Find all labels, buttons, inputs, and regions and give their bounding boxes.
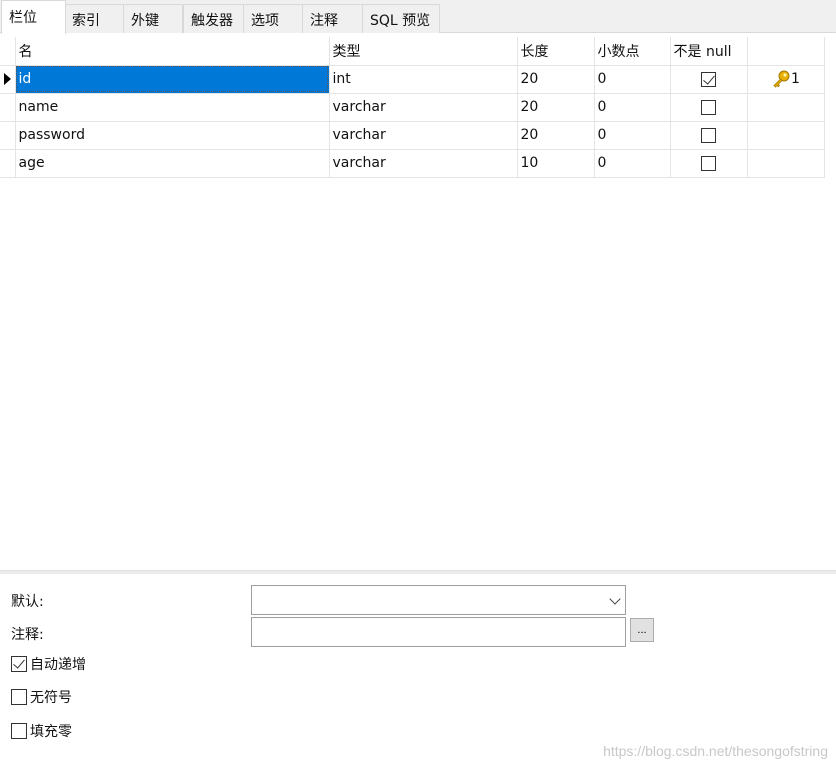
cell-decimals[interactable]: 0 bbox=[594, 93, 671, 122]
cell-key[interactable] bbox=[747, 93, 825, 122]
column-header-length[interactable]: 长度 bbox=[517, 37, 595, 66]
triangle-right-icon bbox=[4, 73, 11, 85]
fields-grid: 名 类型 长度 小数点 不是 null id int 20 0 1 name v… bbox=[0, 33, 836, 570]
cell-type[interactable]: varchar bbox=[329, 93, 518, 122]
field-properties-panel: 默认: 注释: ... 自动递增 无符号 填充零 bbox=[0, 574, 836, 767]
comment-editor-button[interactable]: ... bbox=[630, 618, 654, 642]
tab-foreign-keys[interactable]: 外键 bbox=[123, 4, 183, 33]
table-row[interactable]: name varchar 20 0 bbox=[0, 93, 825, 122]
row-header[interactable] bbox=[0, 65, 16, 94]
auto-increment-checkbox[interactable] bbox=[11, 656, 27, 672]
default-select[interactable] bbox=[251, 585, 626, 615]
cell-type[interactable]: int bbox=[329, 65, 518, 94]
row-header[interactable] bbox=[0, 149, 16, 178]
cell-key[interactable]: 1 bbox=[747, 65, 825, 94]
cell-not-null[interactable] bbox=[670, 93, 748, 122]
tab-columns[interactable]: 栏位 bbox=[1, 0, 66, 34]
cell-not-null[interactable] bbox=[670, 149, 748, 178]
column-header-not-null[interactable]: 不是 null bbox=[670, 37, 748, 66]
cell-length[interactable]: 20 bbox=[517, 93, 595, 122]
row-header[interactable] bbox=[0, 121, 16, 150]
table-row[interactable]: id int 20 0 1 bbox=[0, 65, 825, 94]
cell-decimals[interactable]: 0 bbox=[594, 65, 671, 94]
cell-key[interactable] bbox=[747, 149, 825, 178]
fields-table: 名 类型 长度 小数点 不是 null id int 20 0 1 name v… bbox=[0, 37, 825, 178]
tab-sql-preview[interactable]: SQL 预览 bbox=[362, 4, 440, 33]
table-row[interactable]: password varchar 20 0 bbox=[0, 121, 825, 150]
cell-name[interactable]: age bbox=[15, 149, 330, 178]
unsigned-option[interactable]: 无符号 bbox=[11, 687, 72, 707]
column-header-decimals[interactable]: 小数点 bbox=[594, 37, 671, 66]
cell-key[interactable] bbox=[747, 121, 825, 150]
not-null-checkbox[interactable] bbox=[701, 155, 716, 171]
row-header-corner bbox=[0, 37, 16, 66]
column-header-name[interactable]: 名 bbox=[15, 37, 330, 66]
cell-length[interactable]: 20 bbox=[517, 65, 595, 94]
default-label: 默认: bbox=[11, 594, 44, 610]
cell-name[interactable]: id bbox=[15, 65, 330, 94]
tab-triggers[interactable]: 触发器 bbox=[183, 4, 244, 33]
cell-length[interactable]: 20 bbox=[517, 121, 595, 150]
cell-length[interactable]: 10 bbox=[517, 149, 595, 178]
comment-input[interactable] bbox=[251, 617, 626, 647]
tab-indexes[interactable]: 索引 bbox=[64, 4, 124, 33]
row-header[interactable] bbox=[0, 93, 16, 122]
cell-name[interactable]: name bbox=[15, 93, 330, 122]
comment-label: 注释: bbox=[11, 627, 44, 643]
zerofill-option[interactable]: 填充零 bbox=[11, 721, 72, 741]
cell-name[interactable]: password bbox=[15, 121, 330, 150]
cell-decimals[interactable]: 0 bbox=[594, 121, 671, 150]
tab-comment[interactable]: 注释 bbox=[302, 4, 363, 33]
not-null-checkbox[interactable] bbox=[701, 127, 716, 143]
column-header-key[interactable] bbox=[747, 37, 825, 66]
not-null-checkbox[interactable] bbox=[701, 71, 716, 87]
auto-increment-label: 自动递增 bbox=[30, 657, 86, 673]
tab-options[interactable]: 选项 bbox=[243, 4, 303, 33]
key-icon bbox=[773, 70, 790, 88]
cell-type[interactable]: varchar bbox=[329, 121, 518, 150]
zerofill-checkbox[interactable] bbox=[11, 723, 27, 739]
column-header-type[interactable]: 类型 bbox=[329, 37, 518, 66]
table-row[interactable]: age varchar 10 0 bbox=[0, 149, 825, 178]
tab-bar: 栏位 索引 外键 触发器 选项 注释 SQL 预览 bbox=[0, 0, 836, 34]
chevron-down-icon[interactable] bbox=[609, 593, 621, 605]
cell-not-null[interactable] bbox=[670, 65, 748, 94]
table-header-row: 名 类型 长度 小数点 不是 null bbox=[0, 37, 825, 66]
unsigned-label: 无符号 bbox=[30, 690, 72, 706]
not-null-checkbox[interactable] bbox=[701, 99, 716, 115]
cell-type[interactable]: varchar bbox=[329, 149, 518, 178]
cell-not-null[interactable] bbox=[670, 121, 748, 150]
cell-decimals[interactable]: 0 bbox=[594, 149, 671, 178]
zerofill-label: 填充零 bbox=[30, 724, 72, 740]
auto-increment-option[interactable]: 自动递增 bbox=[11, 654, 86, 674]
watermark: https://blog.csdn.net/thesongofstring bbox=[603, 743, 828, 759]
unsigned-checkbox[interactable] bbox=[11, 689, 27, 705]
key-order: 1 bbox=[791, 71, 800, 87]
